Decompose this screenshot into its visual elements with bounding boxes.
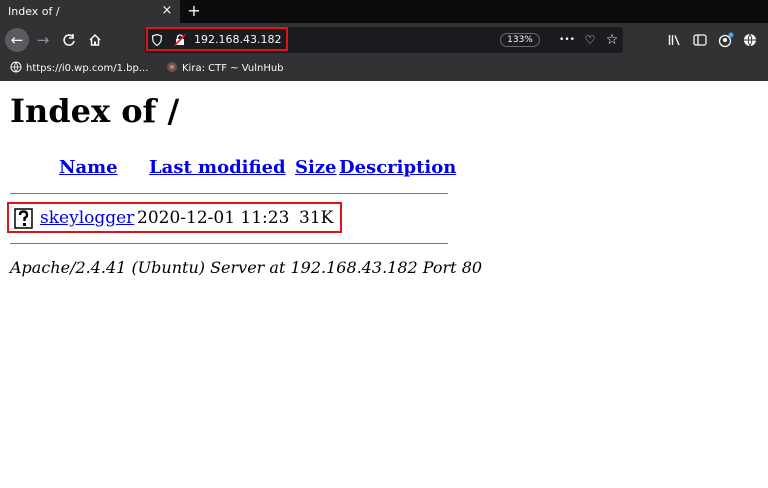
url-text[interactable]: 192.168.43.182 (194, 32, 281, 48)
column-header-last-modified[interactable]: Last modified (149, 158, 286, 178)
page-title: Index of / (10, 92, 180, 130)
zoom-indicator[interactable]: 133% (500, 33, 540, 47)
column-header-size[interactable]: Size (295, 158, 337, 178)
library-icon[interactable] (668, 34, 682, 46)
reload-button[interactable] (57, 28, 81, 52)
page-content: Index of / Name Last modified Size Descr… (0, 81, 768, 488)
bookmark-label: https://i0.wp.com/1.bp... (26, 63, 149, 74)
tab-title: Index of / (8, 5, 60, 18)
tab-strip: Index of / × + (0, 0, 768, 23)
page-actions-icon[interactable]: ••• (558, 30, 576, 50)
bookmark-item-2[interactable]: Kira: CTF ~ VulnHub (166, 57, 284, 81)
forward-button[interactable]: → (31, 28, 55, 52)
site-icon (167, 62, 177, 72)
bookmark-item-1[interactable]: https://i0.wp.com/1.bp... (10, 57, 148, 81)
new-tab-button[interactable]: + (184, 0, 204, 23)
shield-icon[interactable] (152, 34, 162, 46)
vpn-globe-icon[interactable] (743, 33, 757, 47)
insecure-lock-icon[interactable] (174, 34, 186, 46)
tab-index[interactable]: Index of / (0, 0, 180, 23)
globe-icon (10, 61, 22, 73)
divider-bottom (10, 243, 448, 244)
close-tab-icon[interactable]: × (160, 0, 174, 23)
sidebar-icon[interactable] (693, 34, 707, 46)
bookmark-star-icon[interactable]: ☆ (604, 30, 620, 50)
bookmarks-toolbar: https://i0.wp.com/1.bp... Kira: CTF ~ Vu… (0, 57, 768, 81)
navigation-toolbar: ← → (0, 23, 768, 57)
home-icon (89, 33, 101, 46)
back-button[interactable]: ← (5, 28, 29, 52)
home-button[interactable] (83, 28, 107, 52)
column-header-description[interactable]: Description (339, 158, 456, 178)
unknown-file-icon (14, 208, 33, 229)
server-signature: Apache/2.4.41 (Ubuntu) Server at 192.168… (10, 258, 483, 277)
divider-top (10, 193, 448, 194)
file-size: 31K (299, 208, 334, 228)
file-modified: 2020-12-01 11:23 (137, 208, 290, 228)
file-link-skeylogger[interactable]: skeylogger (40, 208, 134, 228)
column-header-name[interactable]: Name (59, 158, 118, 178)
account-icon[interactable] (718, 32, 734, 48)
reload-icon (63, 34, 75, 46)
pocket-icon[interactable]: ♡ (582, 30, 598, 50)
bookmark-label: Kira: CTF ~ VulnHub (182, 63, 284, 74)
